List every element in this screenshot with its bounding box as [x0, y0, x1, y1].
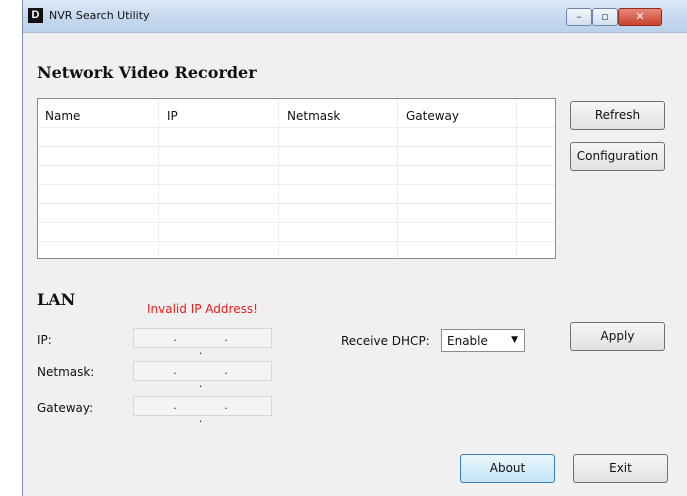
gateway-label: Gateway:: [37, 401, 94, 415]
receive-dhcp-selected-value: Enable: [447, 334, 488, 348]
gateway-input[interactable]: . . .: [133, 396, 272, 425]
app-logo-icon: D: [28, 8, 43, 23]
row-divider: [38, 241, 555, 242]
ip-error-message: Invalid IP Address!: [147, 302, 258, 316]
device-table[interactable]: Name IP Netmask Gateway: [37, 98, 556, 259]
minimize-icon: –: [576, 10, 582, 23]
gateway-value: . . .: [173, 399, 250, 425]
column-header-name[interactable]: Name: [45, 109, 80, 123]
row-divider: [38, 146, 555, 147]
ip-address-value: . . .: [173, 331, 250, 357]
chevron-down-icon: ▼: [511, 335, 518, 345]
row-divider: [38, 165, 555, 166]
close-button[interactable]: ✕: [618, 8, 662, 26]
receive-dhcp-select[interactable]: Enable ▼: [441, 329, 525, 352]
netmask-input[interactable]: . . .: [133, 361, 272, 390]
row-divider: [38, 203, 555, 204]
column-divider: [158, 99, 159, 258]
column-divider: [516, 99, 517, 258]
column-header-ip[interactable]: IP: [167, 109, 178, 123]
lan-section-title: LAN: [37, 290, 76, 309]
refresh-button[interactable]: Refresh: [570, 101, 665, 130]
column-divider: [278, 99, 279, 258]
row-divider: [38, 222, 555, 223]
column-header-gateway[interactable]: Gateway: [406, 109, 459, 123]
configuration-button[interactable]: Configuration: [570, 142, 665, 171]
maximize-button[interactable]: ▫: [592, 8, 618, 26]
column-divider: [397, 99, 398, 258]
row-divider: [38, 127, 555, 128]
window-title: NVR Search Utility: [49, 9, 150, 22]
minimize-button[interactable]: –: [566, 8, 592, 26]
apply-button[interactable]: Apply: [570, 322, 665, 351]
ip-label: IP:: [37, 333, 52, 347]
maximize-icon: ▫: [601, 10, 609, 23]
netmask-value: . . .: [173, 364, 250, 390]
exit-button[interactable]: Exit: [573, 454, 668, 483]
row-divider: [38, 184, 555, 185]
title-bar: D NVR Search Utility – ▫ ✕: [23, 0, 687, 33]
nvr-search-utility-window: D NVR Search Utility – ▫ ✕ Network Video…: [22, 0, 687, 496]
close-icon: ✕: [635, 10, 645, 23]
column-header-netmask[interactable]: Netmask: [287, 109, 340, 123]
ip-address-input[interactable]: . . .: [133, 328, 272, 357]
about-button[interactable]: About: [460, 454, 555, 483]
device-section-title: Network Video Recorder: [37, 63, 257, 82]
netmask-label: Netmask:: [37, 365, 95, 379]
receive-dhcp-label: Receive DHCP:: [341, 334, 430, 348]
